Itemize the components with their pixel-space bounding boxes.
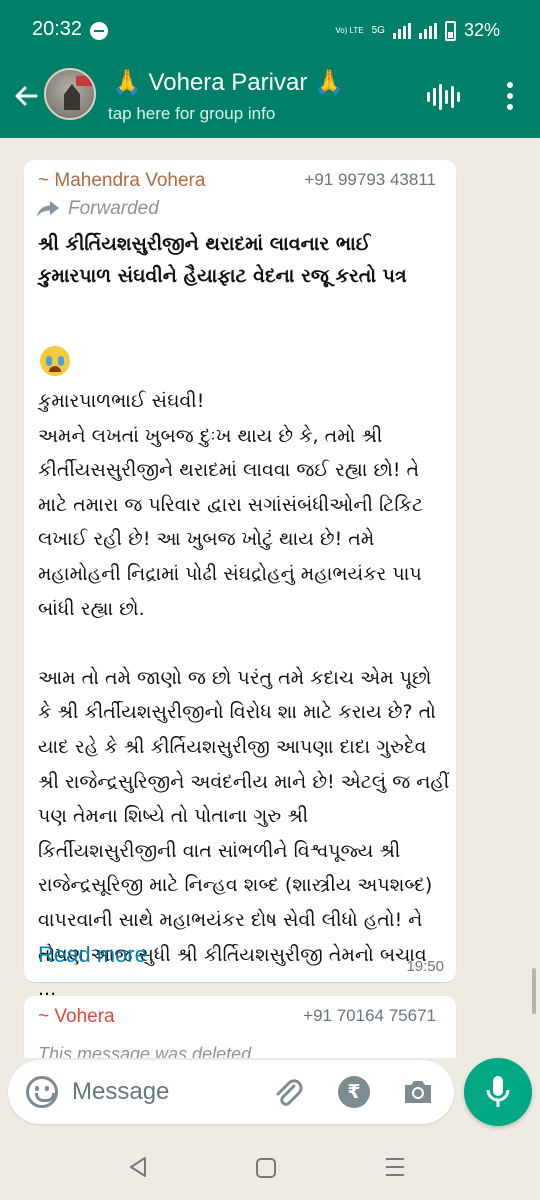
group-avatar[interactable] bbox=[44, 68, 96, 120]
back-arrow-icon[interactable] bbox=[12, 82, 40, 110]
deleted-message-text: This message was deleted bbox=[38, 1044, 252, 1058]
chat-area[interactable]: ~ Mahendra Vohera +91 99793 43811 Forwar… bbox=[0, 138, 540, 1058]
sender-name[interactable]: ~ Vohera bbox=[38, 1006, 115, 1028]
sender-name[interactable]: ~ Mahendra Vohera bbox=[38, 170, 205, 192]
microphone-icon bbox=[486, 1076, 510, 1107]
read-more-link[interactable]: Read more bbox=[38, 942, 147, 968]
system-nav-bar bbox=[0, 1138, 540, 1200]
avatar-badge bbox=[76, 76, 94, 86]
nav-home-icon[interactable] bbox=[256, 1158, 276, 1178]
battery-icon bbox=[444, 20, 456, 41]
signal-icon bbox=[392, 22, 411, 39]
status-bar: 20:32 Vo) LTE 5G 32% bbox=[0, 0, 540, 62]
battery-percent: 32% bbox=[463, 20, 500, 40]
crying-face-icon bbox=[40, 346, 70, 376]
scrollbar-thumb[interactable] bbox=[532, 968, 536, 1014]
message-bubble[interactable]: ~ Vohera +91 70164 75671 This message wa… bbox=[24, 996, 456, 1058]
forward-icon bbox=[37, 201, 59, 217]
temple-image bbox=[64, 84, 80, 110]
message-input[interactable] bbox=[72, 1074, 262, 1110]
payment-icon[interactable]: ₹ bbox=[338, 1076, 370, 1108]
message-title: શ્રી કીર્તિયશસુરીજીને થરાદમાં લાવનાર ભાઈ… bbox=[38, 233, 407, 287]
nav-back-icon[interactable] bbox=[128, 1156, 148, 1178]
network-label: 5G bbox=[371, 25, 385, 36]
volte-icon: Vo) LTE bbox=[335, 26, 364, 35]
status-time: 20:32 bbox=[32, 18, 83, 40]
sender-phone[interactable]: +91 99793 43811 bbox=[304, 170, 436, 190]
nav-recents-icon[interactable] bbox=[386, 1158, 404, 1182]
message-composer: ₹ bbox=[8, 1060, 454, 1124]
group-info-link[interactable]: tap here for group info bbox=[108, 104, 275, 124]
more-options-icon[interactable] bbox=[506, 82, 514, 110]
message-body: કુમારપાળભાઈ સંઘવી! અમને લખતાં ખુબજ દુઃખ … bbox=[38, 390, 450, 1001]
top-bar: 20:32 Vo) LTE 5G 32% 🙏 Vohera Parivar 🙏 … bbox=[0, 0, 540, 138]
group-title[interactable]: 🙏 Vohera Parivar 🙏 bbox=[112, 68, 344, 97]
voice-chat-icon[interactable] bbox=[427, 84, 460, 110]
attach-icon[interactable] bbox=[272, 1076, 304, 1108]
signal-icon-2 bbox=[418, 22, 437, 39]
message-time: 19:50 bbox=[406, 958, 444, 975]
chat-header[interactable]: 🙏 Vohera Parivar 🙏 tap here for group in… bbox=[0, 62, 540, 138]
status-icons: Vo) LTE 5G 32% bbox=[335, 20, 500, 41]
forwarded-text: Forwarded bbox=[68, 198, 159, 219]
voice-message-button[interactable] bbox=[464, 1058, 532, 1126]
notification-icon bbox=[90, 22, 108, 40]
emoji-icon[interactable] bbox=[26, 1076, 58, 1108]
sender-phone[interactable]: +91 70164 75671 bbox=[303, 1006, 436, 1026]
camera-icon[interactable] bbox=[402, 1078, 434, 1106]
message-bubble[interactable]: ~ Mahendra Vohera +91 99793 43811 Forwar… bbox=[24, 160, 456, 1000]
forwarded-label: Forwarded bbox=[36, 198, 159, 220]
